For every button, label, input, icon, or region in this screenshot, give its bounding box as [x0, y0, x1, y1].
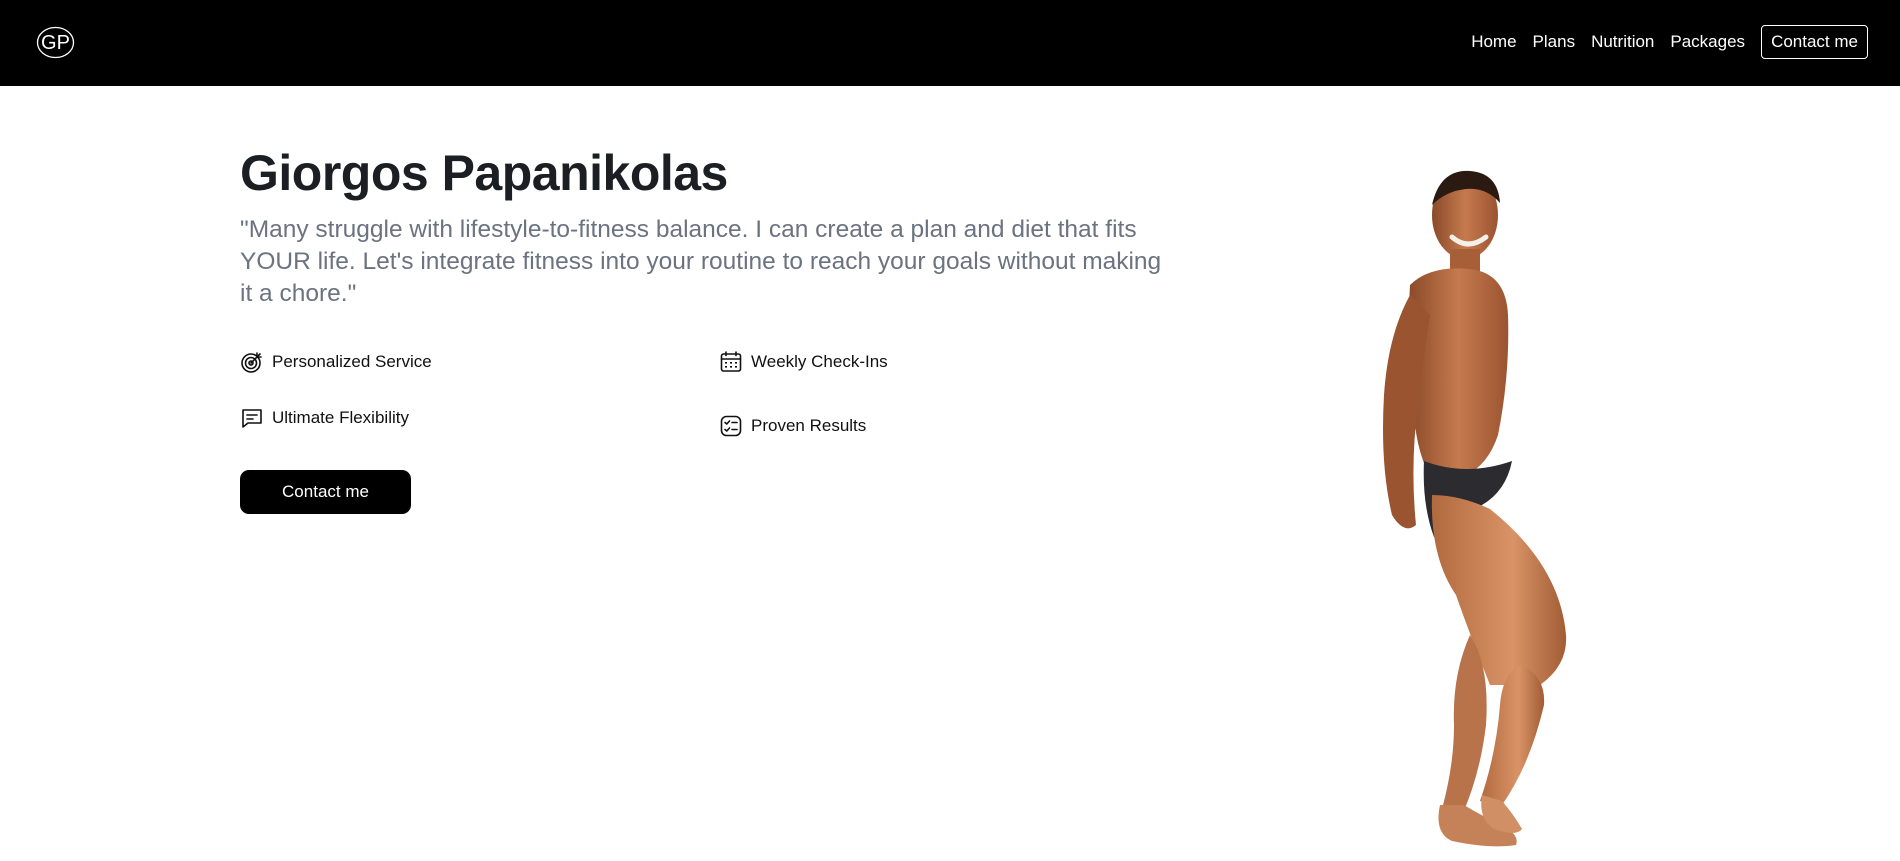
checklist-icon — [719, 414, 743, 438]
message-icon — [240, 406, 264, 430]
feature-label: Ultimate Flexibility — [272, 408, 409, 427]
nav-links: Home Plans Nutrition Packages Contact me — [1471, 24, 1868, 60]
feature-label: Personalized Service — [272, 352, 432, 371]
nav-link-plans[interactable]: Plans — [1533, 32, 1576, 52]
navbar: GP Home Plans Nutrition Packages Contact… — [0, 0, 1900, 86]
feature-proven-results: Proven Results — [719, 413, 866, 439]
athlete-photo — [1370, 165, 1600, 855]
target-icon — [240, 350, 264, 374]
feature-label: Weekly Check-Ins — [751, 352, 888, 371]
hero-quote: "Many struggle with lifestyle-to-fitness… — [240, 216, 1162, 307]
feature-personalized-service: Personalized Service — [240, 349, 432, 375]
page-title: Giorgos Papanikolas — [240, 145, 728, 201]
nav-contact-button[interactable]: Contact me — [1761, 25, 1868, 59]
contact-me-button[interactable]: Contact me — [240, 470, 411, 514]
nav-link-home[interactable]: Home — [1471, 32, 1516, 52]
nav-link-packages[interactable]: Packages — [1670, 32, 1745, 52]
calendar-icon — [719, 350, 743, 374]
feature-ultimate-flexibility: Ultimate Flexibility — [240, 405, 409, 431]
feature-weekly-check-ins: Weekly Check-Ins — [719, 349, 888, 375]
logo[interactable]: GP — [36, 26, 75, 59]
logo-text: GP — [41, 32, 70, 54]
feature-label: Proven Results — [751, 416, 867, 435]
nav-link-nutrition[interactable]: Nutrition — [1591, 32, 1654, 52]
